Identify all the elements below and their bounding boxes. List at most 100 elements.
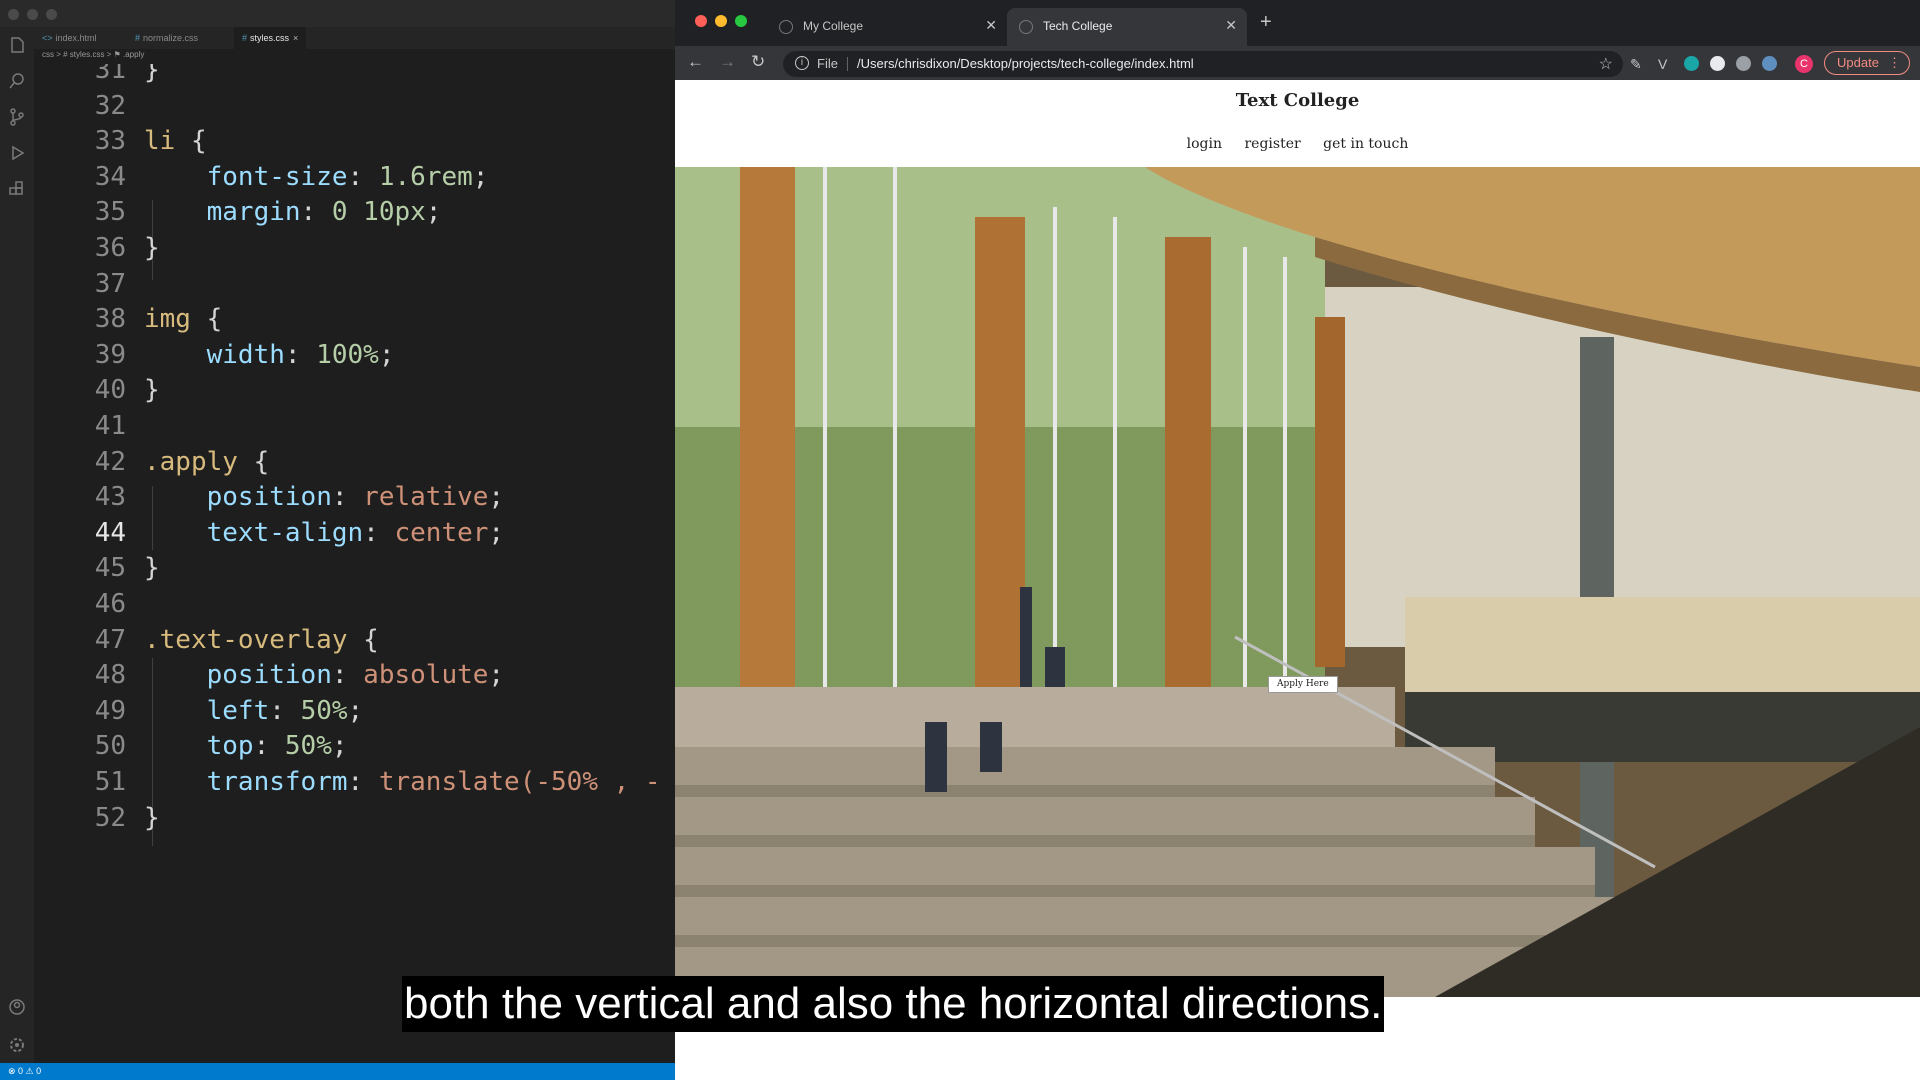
extension-icon[interactable] [1451,56,1466,71]
line-number: 37 [94,268,126,299]
update-button[interactable]: Update ⋮ [1824,51,1910,75]
code-line[interactable]: 41 [34,406,676,446]
nav-register-link[interactable]: register [1244,136,1300,152]
code-text: font-size: 1.6rem; [206,161,489,192]
code-text: margin: 0 10px; [206,197,442,228]
line-number: 33 [94,126,126,157]
minimize-window-button[interactable] [27,9,38,20]
line-number: 32 [94,90,126,121]
minimize-window-button[interactable] [715,15,727,27]
activity-bar [0,27,34,1063]
address-url[interactable]: /Users/chrisdixon/Desktop/projects/tech-… [857,56,1194,71]
back-arrow-icon[interactable]: ← [687,52,704,72]
teal-extension-icon[interactable] [1684,56,1699,71]
html-file-icon: <> [42,33,53,43]
run-debug-icon[interactable] [7,143,27,163]
code-text: } [144,802,160,833]
college-atrium-photo [675,167,1920,997]
browser-tab-tech-college[interactable]: Tech College ✕ [1007,8,1247,46]
code-text: position: relative; [206,482,505,513]
search-icon[interactable] [7,71,27,91]
nav-login-link[interactable]: login [1187,136,1222,152]
zoom-window-button[interactable] [735,15,747,27]
code-line[interactable]: 50 top: 50%; [34,726,676,766]
problems-indicator[interactable]: ⊗ 0 ⚠ 0 [8,1066,41,1076]
code-line[interactable]: 39 width: 100%; [34,335,676,375]
new-tab-plus-icon[interactable]: + [1260,11,1272,34]
settings-gear-icon[interactable] [7,1035,27,1055]
code-line[interactable]: 49 left: 50%; [34,691,676,731]
code-line[interactable]: 40} [34,370,676,410]
cloud-extension-icon[interactable] [1762,56,1777,71]
code-line[interactable]: 42 .apply { [34,442,676,482]
source-control-icon[interactable] [7,107,27,127]
close-window-button[interactable] [8,9,19,20]
line-number: 49 [94,695,126,726]
code-line[interactable]: 45} [34,548,676,588]
tab-normalize-css[interactable]: # normalize.css [127,27,206,49]
code-line[interactable]: 36} [34,228,676,268]
code-line[interactable]: 51 transform: translate(-50% , - [34,762,676,802]
line-number: 43 [94,482,126,513]
code-line[interactable]: 43 position: relative; [34,477,676,517]
line-number: 52 [94,802,126,833]
line-number: 41 [94,411,126,441]
close-tab-icon[interactable]: ✕ [985,17,997,34]
account-icon[interactable] [7,997,27,1017]
code-text: } [144,233,160,263]
screen: <> index.html # normalize.css # styles.css ×… [0,0,1920,1080]
tab-styles-css[interactable]: # styles.css × [234,27,307,49]
line-number: 45 [94,553,126,584]
bookmark-star-icon[interactable]: ☆ [1599,54,1613,74]
vue-extension-icon[interactable]: V [1658,56,1673,72]
code-line[interactable]: 48 position: absolute; [34,655,676,695]
apply-here-button[interactable]: Apply Here [1268,676,1338,693]
code-line[interactable]: 32 [34,86,676,126]
browser-tab-my-college[interactable]: My College ✕ [767,8,1007,46]
editor-tabs: <> index.html # normalize.css # styles.css × [34,27,676,49]
code-line[interactable]: 33 li { [34,121,676,161]
breadcrumb[interactable]: css > # styles.css > ⚑ .apply [42,50,144,64]
line-number: 50 [94,731,126,762]
code-line[interactable]: 46 [34,584,676,624]
close-tab-icon[interactable]: × [293,33,298,43]
vscode-window: <> index.html # normalize.css # styles.css ×… [0,0,676,1080]
code-line[interactable]: 47 .text-overlay { [34,620,676,660]
code-line[interactable]: 34 font-size: 1.6rem; [34,157,676,197]
explorer-icon[interactable] [7,35,27,55]
gear-extension-icon[interactable] [1736,56,1751,71]
close-window-button[interactable] [695,15,707,27]
address-bar[interactable]: i File /Users/chrisdixon/Desktop/project… [783,51,1623,77]
white-extension-icon[interactable] [1710,56,1725,71]
profile-avatar[interactable]: C [1795,55,1813,73]
close-tab-icon[interactable]: ✕ [1225,17,1237,34]
css-file-icon: # [135,33,141,43]
zoom-window-button[interactable] [46,9,57,20]
code-text: text-align: center; [206,517,505,548]
line-number: 38 [94,304,126,335]
css-file-icon: # [242,33,248,43]
code-line[interactable]: 38 img { [34,299,676,339]
info-icon[interactable]: i [795,56,809,70]
nav-get-in-touch-link[interactable]: get in touch [1323,136,1408,152]
more-vert-icon[interactable]: ⋮ [1888,52,1901,74]
reload-icon[interactable]: ↻ [751,52,765,72]
vscode-titlebar [0,0,676,27]
code-text: .apply { [144,446,270,477]
line-number: 48 [94,660,126,691]
code-text: top: 50%; [206,731,348,762]
code-editor[interactable]: 31} 32 33 li {34 font-size: 1.6rem; 35 margi… [34,64,676,1063]
extensions-icon[interactable] [7,179,27,199]
code-line[interactable]: 35 margin: 0 10px; [34,192,676,232]
code-line[interactable]: 44 text-align: center; [34,513,676,553]
pen-extension-icon[interactable]: ✎ [1630,56,1646,72]
line-number: 34 [94,161,126,192]
forward-arrow-icon[interactable]: → [719,52,736,72]
code-text: li { [144,126,207,157]
line-number: 36 [94,233,126,263]
tab-index-html[interactable]: <> index.html [34,27,105,49]
line-number: 35 [94,197,126,228]
code-line[interactable]: 37 [34,264,676,304]
code-line[interactable]: 52} [34,798,676,838]
code-text: transform: translate(-50% , - [206,767,661,797]
